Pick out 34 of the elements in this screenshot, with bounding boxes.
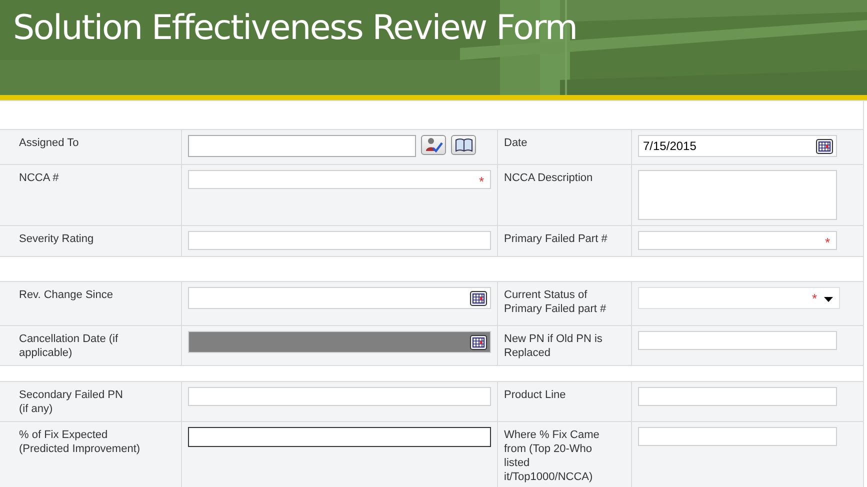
field-label: Where % Fix Came from (Top 20-Who listed it/Top1000/NCCA)	[504, 428, 600, 484]
date-field[interactable]	[188, 287, 491, 309]
field-label: New PN if Old PN is Replaced	[504, 332, 604, 360]
field-label: NCCA #	[18, 171, 59, 185]
field-label: Rev. Change Since	[18, 288, 113, 302]
field-label: Primary Failed Part #	[504, 232, 608, 246]
book-icon	[454, 138, 472, 152]
input-field[interactable]: *	[188, 170, 491, 189]
required-asterisk: *	[478, 174, 484, 189]
field-label: Cancellation Date (if applicable)	[18, 332, 120, 360]
date-field[interactable]: 7/15/2015	[638, 135, 837, 157]
input-field[interactable]: *	[638, 231, 837, 250]
caret-icon	[824, 297, 833, 302]
field-label: Current Status of Primary Failed part #	[504, 288, 608, 316]
page-title: Solution Effectiveness Review Form	[13, 8, 577, 48]
field-label: NCCA Description	[504, 171, 593, 185]
required-asterisk: *	[824, 235, 830, 250]
field-label: Secondary Failed PN (if any)	[18, 388, 123, 416]
person-check-icon	[424, 137, 442, 153]
input-field[interactable]	[188, 427, 491, 447]
calendar-icon[interactable]	[470, 291, 487, 306]
field-value: 7/15/2015	[643, 139, 696, 153]
calendar-icon[interactable]	[816, 139, 833, 154]
required-asterisk: *	[812, 291, 817, 306]
check-names-button[interactable]	[421, 135, 446, 155]
field-label: Product Line	[504, 388, 566, 402]
field-label: Assigned To	[18, 136, 79, 150]
dropdown-field[interactable]: *	[638, 287, 840, 309]
input-field[interactable]	[188, 135, 416, 157]
field-label: Severity Rating	[18, 232, 94, 246]
field-label: % of Fix Expected (Predicted Improvement)	[18, 428, 140, 456]
text-area[interactable]	[638, 170, 837, 220]
field-label: Date	[504, 136, 528, 150]
browse-button[interactable]	[451, 135, 476, 155]
